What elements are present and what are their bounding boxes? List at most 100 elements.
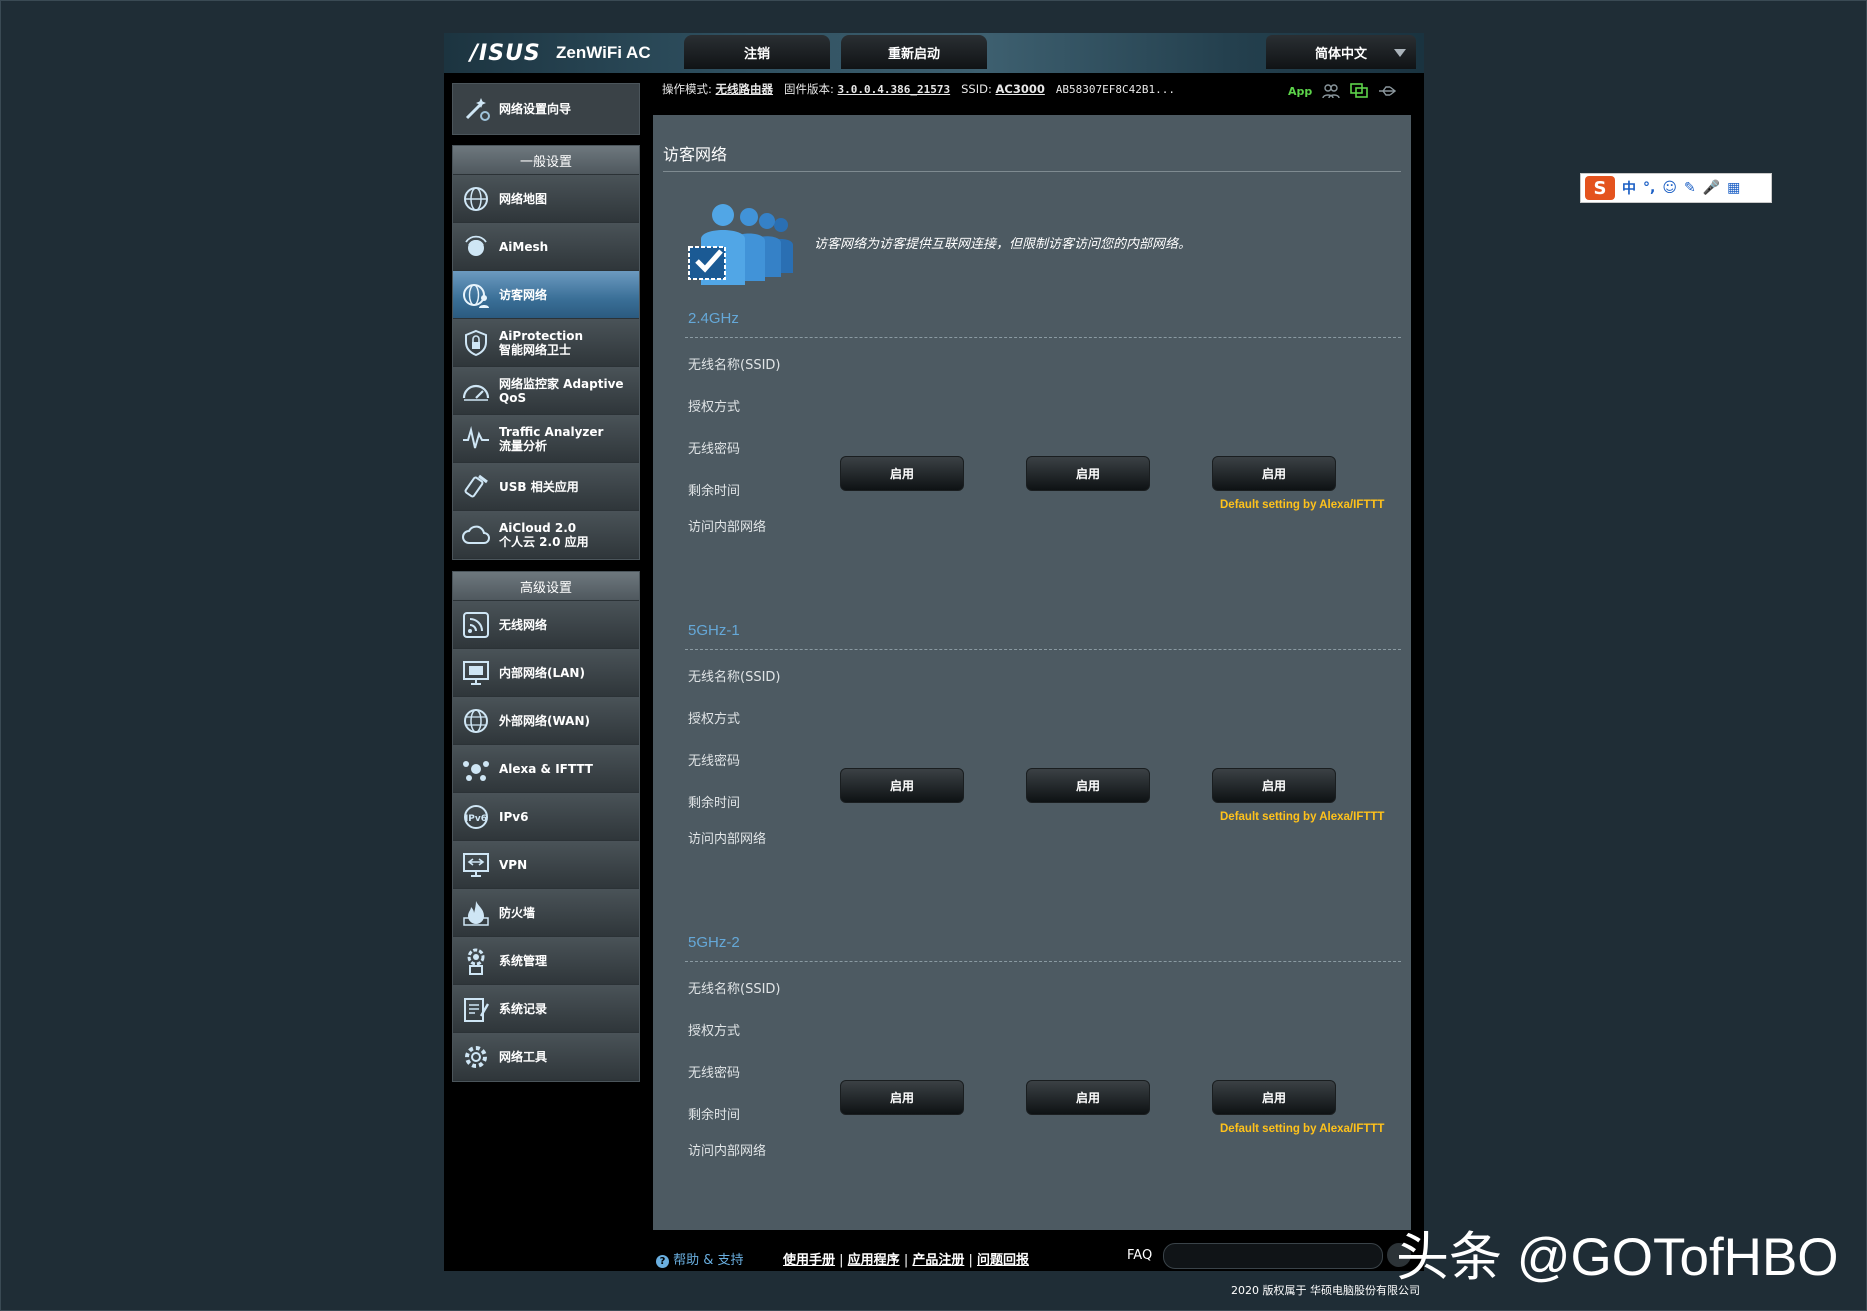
- enable-button-5ghz2-2[interactable]: 启用: [1026, 1080, 1150, 1115]
- ssid-label: SSID:: [961, 82, 992, 96]
- mode-value-link[interactable]: 无线路由器: [716, 82, 774, 96]
- row-label-password: 无线密码: [688, 442, 741, 457]
- guest-network-description: 访客网络为访客提供互联网连接，但限制访客访问您的内部网络。: [814, 237, 1192, 252]
- language-label: 简体中文: [1314, 46, 1367, 62]
- firewall-icon: [463, 900, 489, 926]
- product-registration-link[interactable]: 产品注册: [912, 1253, 964, 1268]
- model-name: ZenWiFi AC: [556, 43, 651, 62]
- sidebar-item-label: 外部网络(WAN): [499, 713, 590, 728]
- row-label-intranet-access: 访问内部网络: [688, 520, 767, 535]
- wizard-label: 网络设置向导: [499, 102, 572, 116]
- sidebar-item-network-tools[interactable]: 网络工具: [453, 1033, 639, 1081]
- svg-text:IPv6: IPv6: [465, 814, 487, 824]
- sidebar-item-vpn[interactable]: VPN: [453, 841, 639, 889]
- status-icons: App: [1288, 81, 1397, 101]
- ime-toolbox-icon[interactable]: ▦: [1727, 180, 1740, 196]
- alexa-icon: [463, 760, 489, 781]
- ime-handwrite-icon[interactable]: ✎: [1684, 180, 1696, 196]
- sidebar-item-network-map[interactable]: 网络地图: [453, 175, 639, 223]
- sidebar-item-traffic-analyzer[interactable]: Traffic Analyzer 流量分析: [453, 415, 639, 463]
- sidebar-item-firewall[interactable]: 防火墙: [453, 889, 639, 937]
- sidebar-item-aiprotection[interactable]: AiProtection 智能网络卫士: [453, 319, 639, 367]
- help-icon: ?: [656, 1255, 669, 1268]
- quick-setup-wizard[interactable]: 网络设置向导: [452, 83, 640, 135]
- enable-button-24ghz-3[interactable]: 启用: [1212, 456, 1336, 491]
- chevron-down-icon: [1394, 49, 1406, 57]
- firmware-label: 固件版本:: [784, 82, 834, 96]
- firmware-value-link[interactable]: 3.0.0.4.386_21573: [838, 83, 951, 96]
- guest-network-icon: [463, 283, 489, 308]
- enable-button-5ghz1-2[interactable]: 启用: [1026, 768, 1150, 803]
- ime-chinese-mode[interactable]: 中: [1622, 178, 1636, 198]
- band-title-24ghz: 2.4GHz: [688, 310, 739, 327]
- shield-lock-icon: [465, 329, 487, 356]
- syslog-icon: [464, 997, 490, 1022]
- enable-button-5ghz1-3[interactable]: 启用: [1212, 768, 1336, 803]
- faq-search-input[interactable]: [1163, 1243, 1383, 1269]
- row-label-ssid: 无线名称(SSID): [688, 982, 781, 997]
- ssid-value-link[interactable]: AC3000: [995, 82, 1044, 96]
- sidebar-item-alexa-ifttt[interactable]: Alexa & IFTTT: [453, 745, 639, 793]
- logout-button[interactable]: 注销: [684, 35, 830, 69]
- app-link[interactable]: App: [1288, 85, 1312, 98]
- waveform-icon: [463, 425, 489, 448]
- enable-button-24ghz-1[interactable]: 启用: [840, 456, 964, 491]
- sidebar-item-lan[interactable]: 内部网络(LAN): [453, 649, 639, 697]
- sidebar-item-label: 内部网络(LAN): [499, 665, 585, 680]
- row-label-ssid: 无线名称(SSID): [688, 670, 781, 685]
- sogou-logo-icon[interactable]: S: [1585, 176, 1615, 200]
- row-label-time-remaining: 剩余时间: [688, 484, 741, 499]
- sidebar-item-label: 防火墙: [499, 905, 536, 920]
- band-divider: [685, 961, 1401, 962]
- wizard-wand-icon: [465, 98, 490, 121]
- help-support-link[interactable]: ? 帮助 & 支持: [656, 1249, 744, 1268]
- sidebar-item-system-log[interactable]: 系统记录: [453, 985, 639, 1033]
- sidebar-item-aimesh[interactable]: AiMesh: [453, 223, 639, 271]
- copyright: 2020 版权属于 华硕电脑股份有限公司: [1231, 1284, 1420, 1297]
- vpn-icon: [463, 852, 489, 877]
- network-status-icon[interactable]: [1350, 83, 1369, 99]
- sidebar-item-usb[interactable]: USB 相关应用: [453, 463, 639, 511]
- feedback-link[interactable]: 问题回报: [977, 1253, 1029, 1268]
- sidebar-item-label: 网络地图: [499, 191, 548, 206]
- ime-punctuation[interactable]: °,: [1643, 180, 1655, 196]
- sidebar-item-label: USB 相关应用: [499, 479, 579, 494]
- general-settings-menu: 一般设置 网络地图 AiMesh 访客网络 AiProtection 智能网络卫…: [452, 145, 640, 560]
- title-divider: [663, 171, 1401, 172]
- alexa-default-note: Default setting by Alexa/IFTTT: [1220, 811, 1385, 823]
- enable-button-5ghz1-1[interactable]: 启用: [840, 768, 964, 803]
- reboot-button[interactable]: 重新启动: [841, 35, 987, 69]
- ipv6-icon: IPv6: [464, 804, 488, 829]
- manual-link[interactable]: 使用手册: [783, 1253, 835, 1268]
- enable-button-5ghz2-3[interactable]: 启用: [1212, 1080, 1336, 1115]
- sidebar-item-adaptive-qos[interactable]: 网络监控家 Adaptive QoS: [453, 367, 639, 415]
- row-label-password: 无线密码: [688, 754, 741, 769]
- users-icon[interactable]: [1322, 83, 1340, 99]
- enable-button-24ghz-2[interactable]: 启用: [1026, 456, 1150, 491]
- sidebar-item-ipv6[interactable]: IPv6 IPv6: [453, 793, 639, 841]
- alexa-default-note: Default setting by Alexa/IFTTT: [1220, 1123, 1385, 1135]
- alexa-default-note: Default setting by Alexa/IFTTT: [1220, 499, 1385, 511]
- ssid-value-2[interactable]: AB58307EF8C42B1...: [1056, 83, 1175, 96]
- row-label-auth: 授权方式: [688, 1024, 741, 1039]
- ime-emoji-icon[interactable]: ☺: [1662, 180, 1677, 196]
- sidebar-item-wan[interactable]: 外部网络(WAN): [453, 697, 639, 745]
- sidebar-item-label: 系统管理: [499, 953, 548, 968]
- page-title: 访客网络: [663, 145, 728, 164]
- enable-button-5ghz2-1[interactable]: 启用: [840, 1080, 964, 1115]
- admin-gear-icon: [467, 948, 485, 975]
- sidebar-item-guest-network[interactable]: 访客网络: [453, 271, 639, 319]
- usb-icon: [464, 474, 488, 497]
- network-tools-icon: [465, 1045, 487, 1068]
- usb-status-icon[interactable]: [1378, 83, 1397, 99]
- sidebar-item-administration[interactable]: 系统管理: [453, 937, 639, 985]
- cloud-icon: [462, 525, 490, 544]
- ime-voice-icon[interactable]: 🎤: [1703, 180, 1720, 196]
- language-select[interactable]: 简体中文: [1266, 35, 1416, 69]
- sidebar-item-aicloud[interactable]: AiCloud 2.0 个人云 2.0 应用: [453, 511, 639, 559]
- wifi-icon: [463, 611, 489, 638]
- ime-toolbar: S 中 °, ☺ ✎ 🎤 ▦: [1580, 173, 1772, 203]
- utility-link[interactable]: 应用程序: [848, 1253, 900, 1268]
- sidebar-item-wireless[interactable]: 无线网络: [453, 601, 639, 649]
- top-bar: /ISUS ZenWiFi AC 注销 重新启动 简体中文: [444, 33, 1424, 73]
